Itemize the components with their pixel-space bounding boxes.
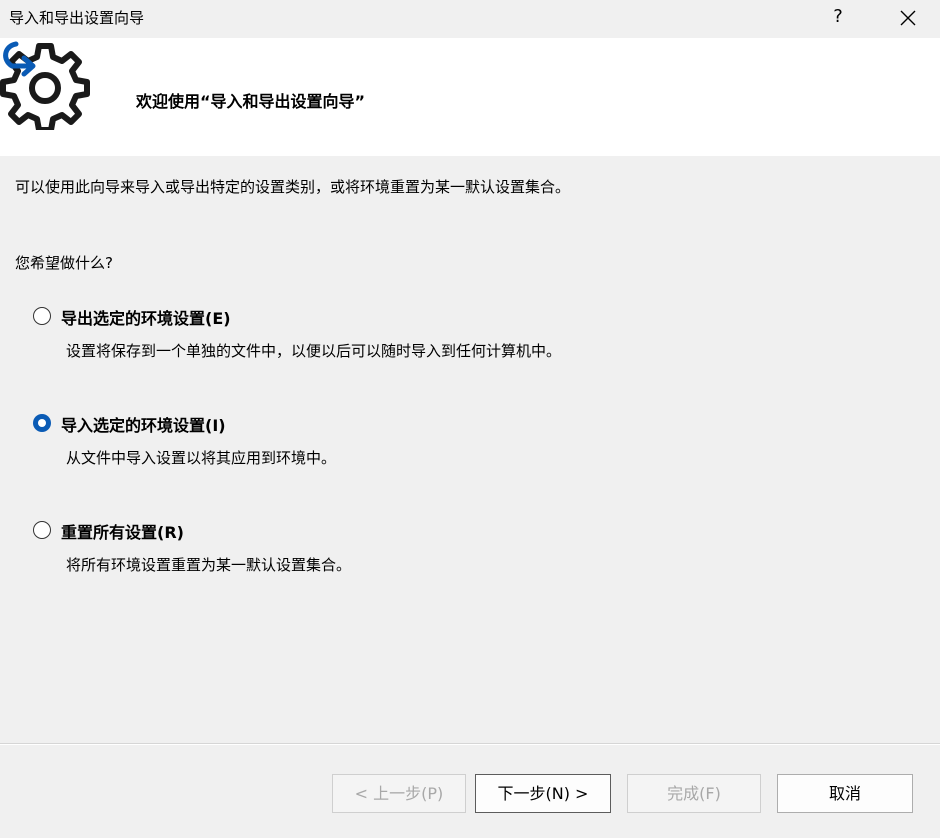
reset-option-description: 将所有环境设置重置为某一默认设置集合。 — [66, 556, 352, 574]
back-button[interactable]: < 上一步(P) — [332, 774, 466, 813]
next-button[interactable]: 下一步(N) > — [475, 774, 611, 813]
import-option-description: 从文件中导入设置以将其应用到环境中。 — [66, 449, 337, 467]
question-label: 您希望做什么? — [15, 254, 113, 272]
finish-button[interactable]: 完成(F) — [627, 774, 761, 813]
reset-radio[interactable] — [33, 521, 51, 539]
reset-option-label[interactable]: 重置所有设置(R) — [61, 519, 184, 543]
export-radio[interactable] — [33, 307, 51, 325]
import-radio[interactable] — [33, 414, 51, 432]
title-bar: 导入和导出设置向导 ? — [0, 0, 940, 38]
wizard-header: 欢迎使用“导入和导出设置向导” — [0, 38, 940, 156]
window-title: 导入和导出设置向导 — [9, 9, 145, 27]
footer-divider — [0, 743, 940, 745]
close-icon — [900, 10, 916, 26]
export-option-label[interactable]: 导出选定的环境设置(E) — [61, 305, 231, 329]
import-option-label[interactable]: 导入选定的环境设置(I) — [61, 412, 226, 436]
cancel-button[interactable]: 取消 — [777, 774, 913, 813]
export-option-description: 设置将保存到一个单独的文件中，以便以后可以随时导入到任何计算机中。 — [66, 342, 562, 360]
close-button[interactable] — [886, 0, 930, 36]
intro-text: 可以使用此向导来导入或导出特定的设置类别，或将环境重置为某一默认设置集合。 — [15, 178, 571, 196]
wizard-title: 欢迎使用“导入和导出设置向导” — [136, 92, 366, 111]
gear-with-arrow-icon — [0, 41, 90, 130]
help-button[interactable]: ? — [817, 0, 859, 36]
